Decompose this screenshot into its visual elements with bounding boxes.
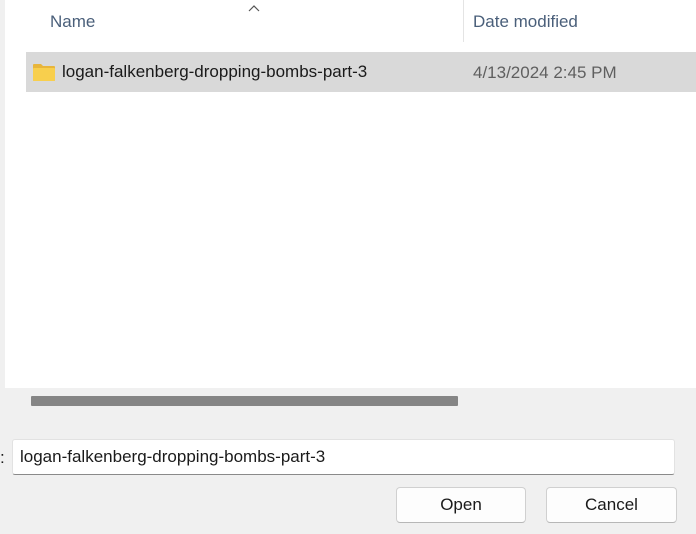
- chevron-up-icon[interactable]: [246, 1, 262, 12]
- column-header-date-modified[interactable]: Date modified: [473, 12, 578, 32]
- file-row-name: logan-falkenberg-dropping-bombs-part-3: [62, 62, 368, 81]
- column-header-name[interactable]: Name: [50, 12, 95, 32]
- column-divider[interactable]: [463, 0, 464, 42]
- filename-label: :: [0, 448, 5, 467]
- open-button[interactable]: Open: [396, 487, 526, 523]
- column-header-bar: Name Date modified: [5, 0, 696, 44]
- cancel-button[interactable]: Cancel: [546, 487, 677, 523]
- file-row-date-modified: 4/13/2024 2:45 PM: [473, 63, 617, 82]
- filename-input[interactable]: logan-falkenberg-dropping-bombs-part-3: [12, 439, 675, 475]
- file-row[interactable]: logan-falkenberg-dropping-bombs-part-3 4…: [26, 52, 696, 92]
- file-list-pane[interactable]: Name Date modified logan-falkenberg-drop…: [5, 0, 696, 388]
- horizontal-scrollbar-thumb[interactable]: [31, 396, 458, 406]
- folder-icon: [32, 62, 56, 82]
